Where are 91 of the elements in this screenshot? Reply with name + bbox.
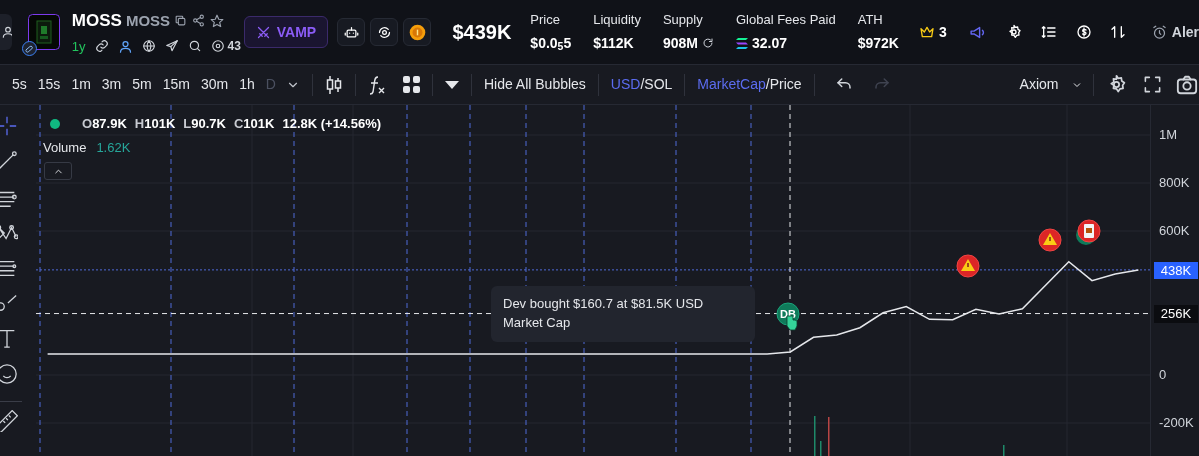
send-icon[interactable]	[164, 39, 179, 54]
coin-button[interactable]	[403, 18, 432, 46]
camera-icon[interactable]	[1175, 73, 1198, 96]
warning-bubble[interactable]	[1038, 228, 1062, 252]
dropdown-triangle-icon[interactable]	[444, 80, 459, 89]
layout-dropdown[interactable]: Axiom	[1019, 74, 1083, 95]
user-icon[interactable]	[117, 38, 133, 54]
globe-icon[interactable]	[141, 39, 156, 54]
axis-label: 1M	[1159, 127, 1178, 143]
ohlc-value: 87.9K	[92, 115, 127, 133]
stat-value: $112K	[593, 33, 634, 53]
user-icon	[0, 25, 12, 39]
stat-value: 32.07	[751, 33, 787, 53]
volume-label: Volume	[43, 139, 87, 157]
candlestick-icon[interactable]	[324, 74, 343, 95]
axis-label: 800K	[1159, 175, 1190, 191]
vamp-button[interactable]: VAMP	[243, 16, 329, 48]
star-icon[interactable]	[210, 13, 225, 28]
copy-icon[interactable]	[174, 14, 188, 28]
cycle-icon	[376, 24, 392, 40]
search-icon[interactable]	[187, 39, 202, 54]
robot-icon	[343, 24, 359, 40]
token-age: 1y	[71, 37, 86, 56]
interval-button[interactable]: 30m	[200, 74, 229, 95]
interval-button[interactable]: 3m	[101, 74, 122, 95]
volume-value: 1.62K	[96, 139, 131, 157]
ohlc-label: C	[233, 115, 244, 133]
stat-label: Global Fees Paid	[735, 11, 836, 30]
crown-count: 3	[938, 22, 947, 42]
user-icon-button[interactable]	[0, 14, 12, 50]
smiley-icon[interactable]	[0, 363, 18, 385]
link-icon[interactable]	[94, 39, 109, 54]
metric-toggle[interactable]: MarketCap	[697, 74, 766, 95]
layout-grid-icon[interactable]	[402, 76, 420, 93]
alarm-icon	[1151, 24, 1167, 40]
image-bubble[interactable]	[1076, 219, 1101, 245]
solana-icon	[735, 37, 748, 49]
market-cap-value: $439K	[452, 20, 513, 45]
ohlc-value: 101K	[243, 115, 275, 133]
stat-value: 908M	[662, 33, 698, 53]
ruler-icon[interactable]	[0, 410, 18, 432]
share-icon[interactable]	[192, 14, 206, 28]
interval-button[interactable]: 5s	[12, 74, 27, 95]
swap-arrows-icon[interactable]	[1109, 24, 1126, 40]
ohlc-label: H	[134, 115, 145, 133]
tooltip: Dev bought $160.7 at $81.5K USD Market Cap	[491, 286, 755, 342]
function-icon[interactable]	[367, 74, 386, 95]
watcher-count: 43	[227, 38, 241, 56]
token-symbol: MOSS	[125, 10, 171, 31]
robot-button[interactable]	[337, 18, 366, 46]
dollar-icon[interactable]	[1075, 24, 1092, 40]
interval-button[interactable]: 1h	[239, 74, 255, 95]
ohlc-label: L	[183, 115, 192, 133]
eye-icon	[210, 39, 225, 54]
fullscreen-icon[interactable]	[1142, 75, 1162, 94]
stat-label: Supply	[662, 11, 704, 30]
currency-toggle[interactable]: USD	[610, 74, 641, 95]
axis-label: -200K	[1159, 415, 1194, 431]
hide-bubbles-button[interactable]: Hide All Bubbles	[483, 74, 586, 95]
status-dot	[50, 118, 60, 129]
warning-bubble[interactable]	[956, 254, 980, 278]
cycle-button[interactable]	[370, 18, 399, 46]
interval-button[interactable]: 15s	[37, 74, 61, 95]
refresh-icon	[701, 37, 714, 50]
slash-separator: /	[640, 75, 645, 94]
currency-toggle[interactable]: SOL	[644, 74, 673, 95]
crosshair-icon[interactable]	[0, 115, 18, 137]
stat-label: ATH	[857, 11, 884, 30]
axis-label: 600K	[1159, 223, 1190, 239]
stat-value: $0.0$_{5}$5	[530, 33, 572, 54]
stat-value: $972K	[857, 33, 899, 53]
crown-icon	[918, 24, 935, 40]
token-name: MOSS	[71, 10, 122, 32]
metric-toggle[interactable]: Price	[769, 74, 802, 95]
stat-label: Liquidity	[593, 11, 641, 30]
axis-label: 0	[1159, 367, 1167, 383]
ohlc-value: 101K	[144, 115, 176, 133]
ohlc-label: O	[82, 115, 93, 133]
alerts-link[interactable]: Aler	[1171, 21, 1199, 43]
stat-label: Price	[530, 11, 561, 30]
coin-icon	[408, 23, 426, 41]
slash-separator: /	[765, 75, 770, 94]
ohlc-value: 90.7K	[191, 115, 226, 133]
current-price-label: 438K	[1154, 261, 1198, 279]
sort-list-icon[interactable]	[1040, 24, 1057, 40]
interval-button[interactable]: 15m	[162, 74, 190, 95]
crosshair-price-label: 256K	[1154, 304, 1198, 323]
swords-icon	[255, 24, 271, 40]
interval-button[interactable]: 5m	[132, 74, 152, 95]
candle-change: 12.8K (+14.56%)	[282, 115, 382, 133]
interval-button[interactable]: 1m	[71, 74, 91, 95]
